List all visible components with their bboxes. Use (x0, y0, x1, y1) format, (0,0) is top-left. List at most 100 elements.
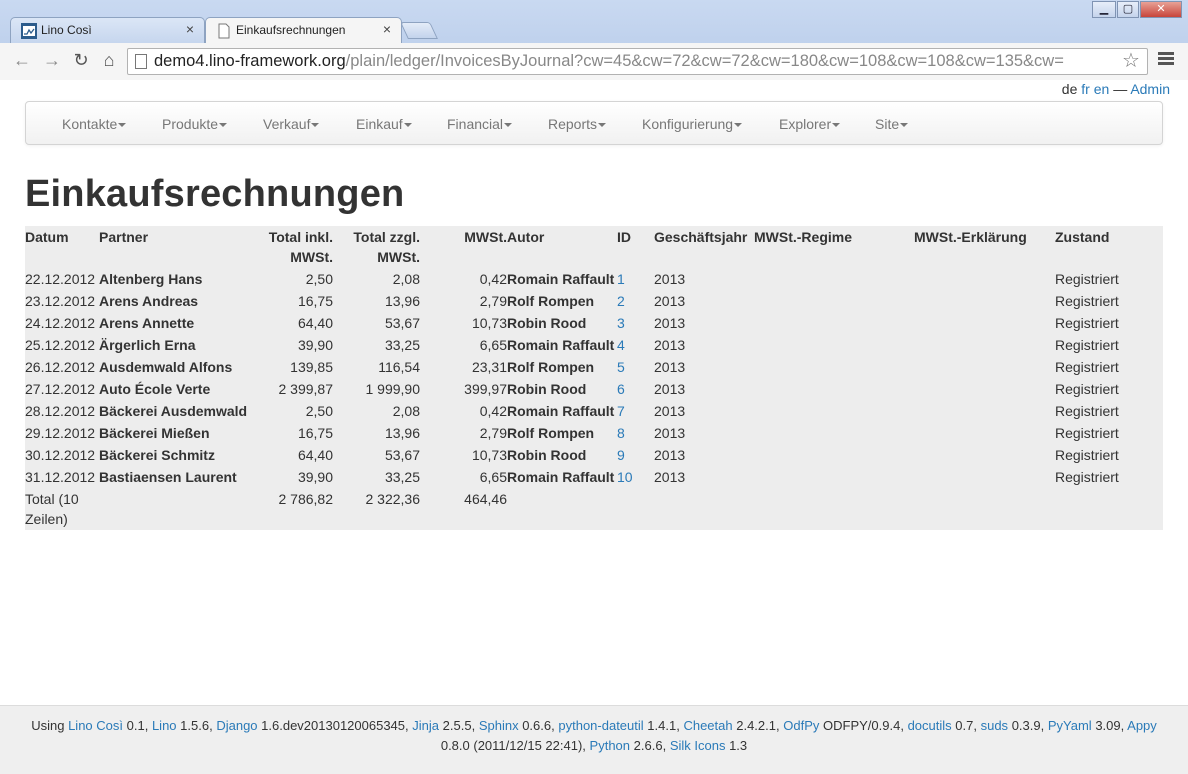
footer-link[interactable]: Appy (1127, 718, 1157, 733)
maximize-icon[interactable]: ▢ (1117, 1, 1139, 18)
footer-link[interactable]: Cheetah (683, 718, 732, 733)
cell-total-excl: 1 999,90 (365, 381, 421, 397)
language-bar: de fr en — Admin (1062, 81, 1170, 97)
invoice-id-link[interactable]: 10 (617, 469, 633, 485)
cell-partner: Ausdemwald Alfons (99, 359, 233, 375)
footer-link[interactable]: suds (981, 718, 1008, 733)
table-total-row: Total (10 Zeilen) 2 786,82 2 322,36 464,… (25, 488, 1163, 530)
footer-link[interactable]: Silk Icons (670, 738, 726, 753)
cell-regime (754, 378, 914, 400)
chrome-menu-icon[interactable] (1158, 52, 1174, 67)
home-icon[interactable]: ⌂ (97, 49, 121, 73)
invoices-table: Datum Partner Total inkl. MWSt. Total zz… (25, 226, 1163, 530)
cell-autor: Romain Raffault (507, 469, 615, 485)
invoice-id-link[interactable]: 2 (617, 293, 625, 309)
cell-jahr: 2013 (654, 403, 686, 419)
invoice-id-link[interactable]: 6 (617, 381, 625, 397)
cell-mwst: 2,79 (479, 293, 507, 309)
admin-link[interactable]: Admin (1130, 81, 1170, 97)
footer-link[interactable]: PyYaml (1048, 718, 1092, 733)
footer-link[interactable]: docutils (908, 718, 952, 733)
url-path: /plain/ledger/InvoicesByJournal?cw=45&cw… (345, 52, 1064, 70)
nav-site[interactable]: Site (875, 116, 909, 132)
nav-explorer[interactable]: Explorer (779, 116, 841, 132)
cell-partner: Ärgerlich Erna (99, 337, 196, 353)
invoice-id-link[interactable]: 7 (617, 403, 625, 419)
address-bar[interactable]: demo4.lino-framework.org/plain/ledger/In… (127, 48, 1148, 75)
invoice-id-link[interactable]: 1 (617, 271, 625, 287)
footer-version: 0.6.6 (522, 718, 552, 733)
new-tab-button[interactable] (400, 22, 438, 39)
cell-partner: Bäckerei Ausdemwald (99, 403, 248, 419)
nav-kontakte[interactable]: Kontakte (62, 116, 127, 132)
nav-konfigurierung[interactable]: Konfigurierung (642, 116, 743, 132)
cell-total-incl: 39,90 (297, 337, 333, 353)
cell-datum: 31.12.2012 (25, 469, 96, 485)
footer-link[interactable]: Python (590, 738, 630, 753)
close-tab-icon[interactable]: × (383, 21, 391, 37)
cell-partner: Auto École Verte (99, 381, 211, 397)
cell-mwst: 6,65 (479, 469, 507, 485)
cell-regime (754, 356, 914, 378)
bookmark-star-icon[interactable]: ☆ (1122, 49, 1144, 74)
footer-link[interactable]: Django (216, 718, 257, 733)
cell-id: 6 (617, 378, 654, 400)
cell-total-excl: 2,08 (392, 403, 420, 419)
footer-link[interactable]: Jinja (412, 718, 439, 733)
cell-datum: 28.12.2012 (25, 403, 96, 419)
invoice-id-link[interactable]: 8 (617, 425, 625, 441)
cell-regime (754, 400, 914, 422)
cell-erklaerung (914, 422, 1055, 444)
cell-erklaerung (914, 334, 1055, 356)
cell-erklaerung (914, 290, 1055, 312)
cell-erklaerung (914, 378, 1055, 400)
cell-regime (754, 290, 914, 312)
cell-total-excl: 53,67 (384, 315, 420, 331)
cell-total-excl: 2,08 (392, 271, 420, 287)
footer-link[interactable]: Lino Così (68, 718, 123, 733)
forward-arrow-icon[interactable]: → (40, 49, 64, 73)
invoice-id-link[interactable]: 3 (617, 315, 625, 331)
cell-regime (754, 444, 914, 466)
nav-verkauf[interactable]: Verkauf (263, 116, 320, 132)
nav-produkte[interactable]: Produkte (162, 116, 228, 132)
footer-link[interactable]: OdfPy (783, 718, 819, 733)
col-header-total-excl: Total zzgl. MWSt. (353, 229, 420, 265)
invoice-id-link[interactable]: 4 (617, 337, 625, 353)
cell-mwst: 2,79 (479, 425, 507, 441)
cell-zustand: Registriert (1055, 271, 1119, 287)
cell-jahr: 2013 (654, 447, 686, 463)
cell-jahr: 2013 (654, 271, 686, 287)
nav-financial[interactable]: Financial (447, 116, 513, 132)
minimize-icon[interactable]: ▁ (1092, 1, 1116, 18)
invoice-id-link[interactable]: 9 (617, 447, 625, 463)
cell-erklaerung (914, 466, 1055, 488)
cell-datum: 26.12.2012 (25, 359, 96, 375)
invoice-id-link[interactable]: 5 (617, 359, 625, 375)
footer-link[interactable]: Lino (152, 718, 177, 733)
lang-en-link[interactable]: en (1094, 81, 1110, 97)
footer-link[interactable]: Sphinx (479, 718, 519, 733)
footer-version: 1.5.6 (180, 718, 210, 733)
total-excl: 2 322,36 (365, 491, 421, 507)
separator: — (1113, 81, 1128, 97)
table-row: 26.12.2012 Ausdemwald Alfons 139,85 116,54 2… (25, 356, 1163, 378)
table-row: 23.12.2012 Arens Andreas 16,75 13,96 2,79 Rol… (25, 290, 1163, 312)
back-arrow-icon[interactable]: ← (10, 49, 34, 73)
cell-autor: Robin Rood (507, 447, 587, 463)
cell-datum: 25.12.2012 (25, 337, 96, 353)
cell-jahr: 2013 (654, 425, 686, 441)
close-tab-icon[interactable]: × (186, 21, 194, 37)
nav-einkauf[interactable]: Einkauf (356, 116, 412, 132)
footer-link[interactable]: python-dateutil (558, 718, 643, 733)
table-row: 24.12.2012 Arens Annette 64,40 53,67 10,73 Ro… (25, 312, 1163, 334)
browser-tab-einkaufsrechnungen[interactable]: Einkaufsrechnungen × (205, 17, 402, 43)
lang-de: de (1061, 81, 1078, 97)
cell-autor: Rolf Rompen (507, 359, 595, 375)
nav-reports[interactable]: Reports (548, 116, 607, 132)
browser-tab-lino-cosi[interactable]: Lino Così × (10, 17, 205, 43)
close-window-icon[interactable]: ✕ (1140, 1, 1182, 18)
caret-down-icon (403, 123, 412, 128)
lang-fr-link[interactable]: fr (1081, 81, 1090, 97)
reload-icon[interactable]: ↻ (69, 49, 93, 73)
